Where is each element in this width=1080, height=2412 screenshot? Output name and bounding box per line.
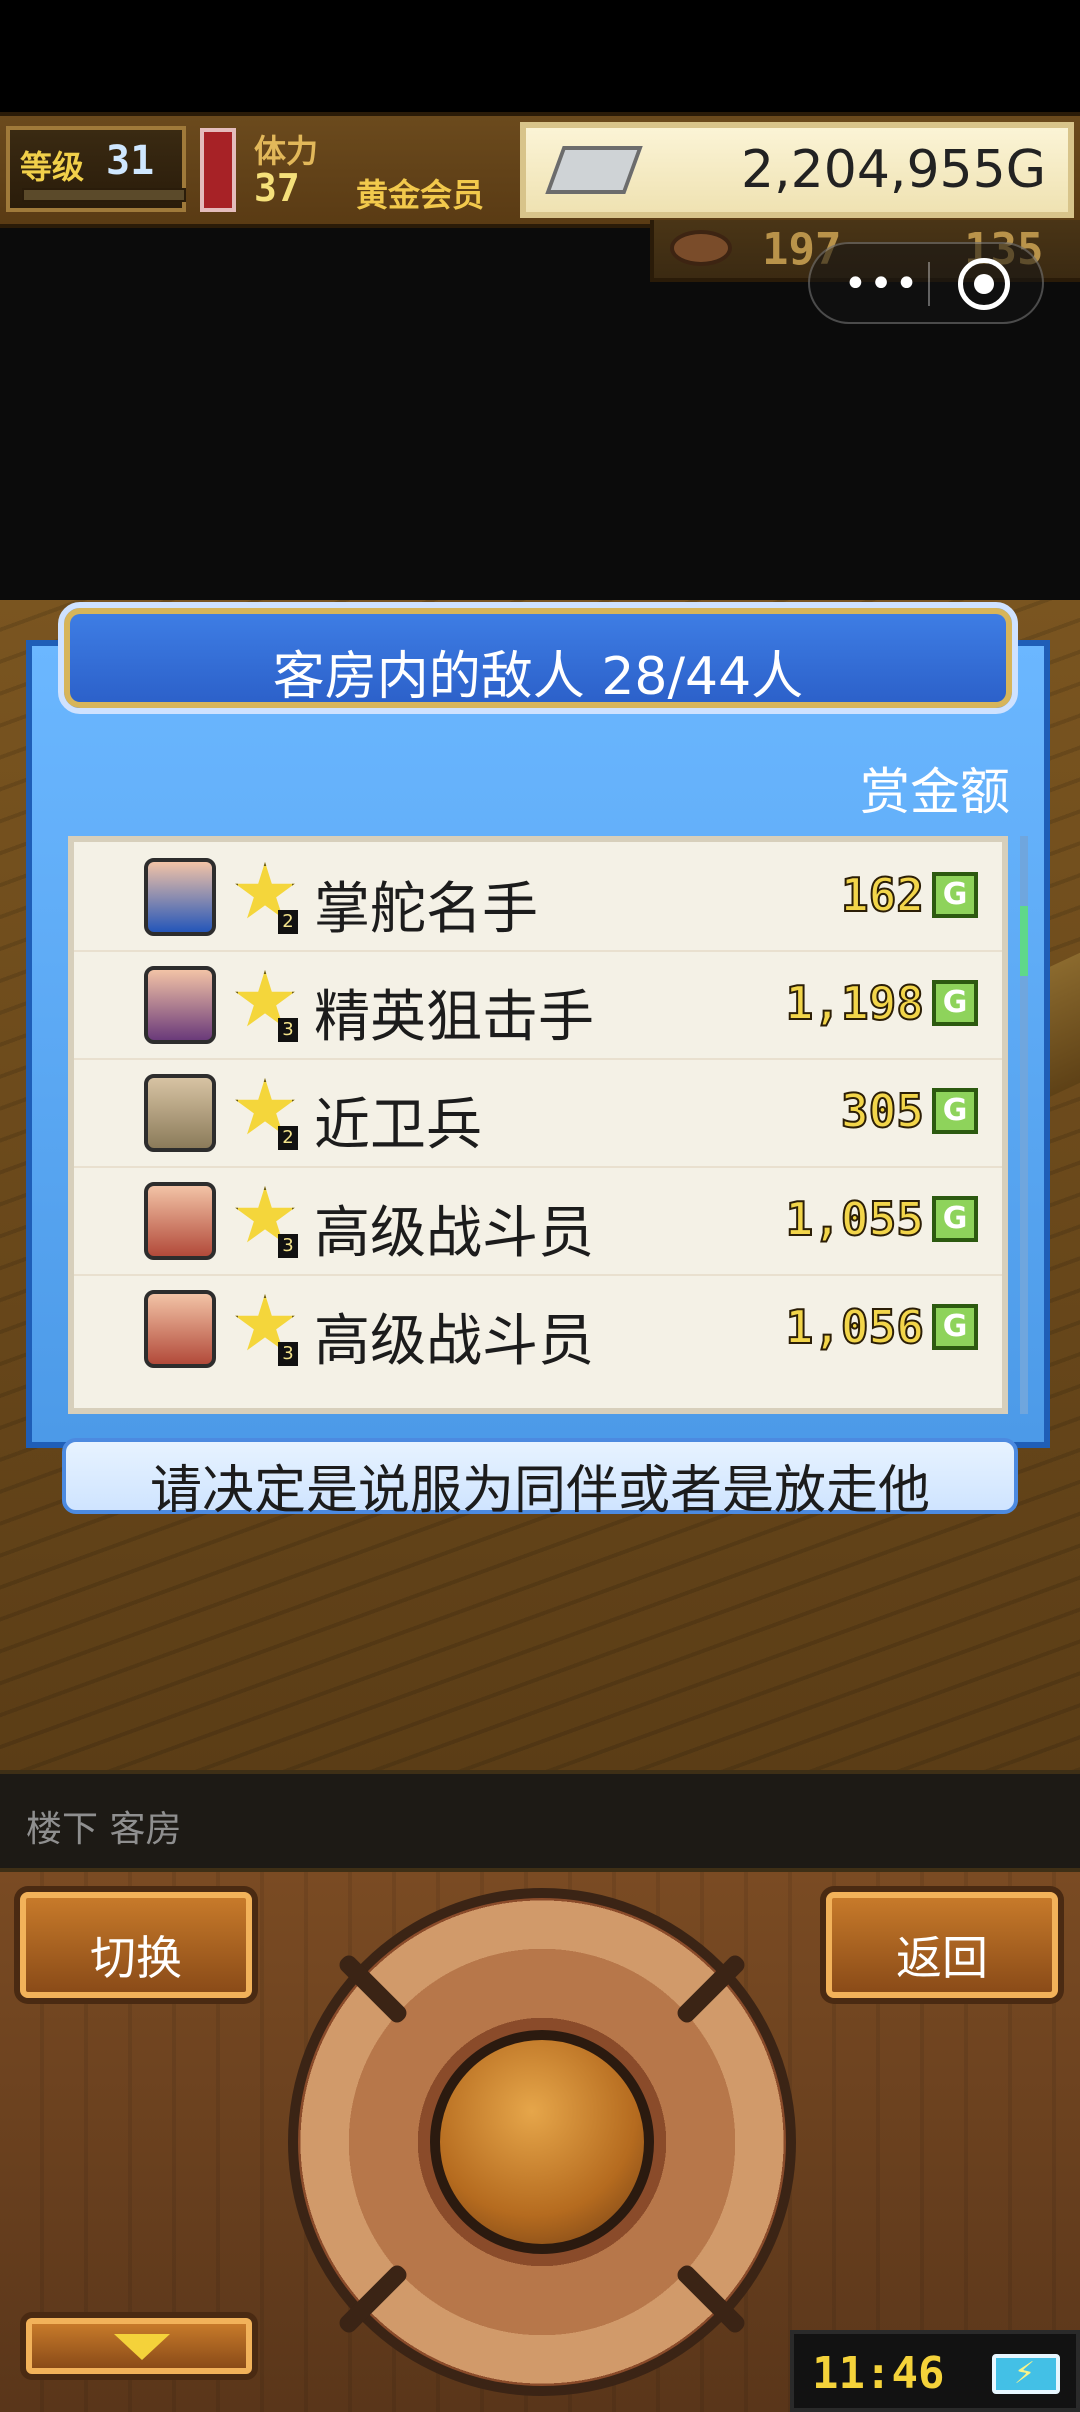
rank-badge: 3 bbox=[278, 1342, 298, 1366]
dialog-header: 客房内的敌人 28/44人 bbox=[58, 602, 1018, 714]
dpad-center-button[interactable] bbox=[430, 2030, 654, 2254]
bounty-value: 1,198 bbox=[785, 975, 925, 1031]
close-miniprogram-icon[interactable] bbox=[958, 258, 1010, 310]
hp-gauge bbox=[200, 128, 236, 212]
bounty-value: 1,055 bbox=[785, 1191, 925, 1247]
instruction-banner: 请决定是说服为同伴或者是放走他 bbox=[62, 1438, 1018, 1521]
battery-icon bbox=[992, 2354, 1060, 2394]
back-button-label: 返回 bbox=[896, 1931, 988, 1985]
enemy-list[interactable]: 2 掌舵名手 162 G 3 精英狙击手 1,198 G 2 近卫兵 305 G… bbox=[68, 836, 1008, 1414]
gold-currency-icon: G bbox=[932, 872, 978, 918]
enemy-name: 高级战斗员 bbox=[314, 1201, 594, 1266]
enemy-row[interactable]: 3 精英狙击手 1,198 G bbox=[74, 950, 1002, 1060]
switch-button-label: 切换 bbox=[90, 1931, 182, 1985]
down-arrow-icon bbox=[114, 2334, 170, 2360]
enemy-portrait-icon bbox=[144, 1290, 216, 1368]
level-progress-bar bbox=[22, 188, 186, 202]
enemy-portrait-icon bbox=[144, 1074, 216, 1152]
level-value: 31 bbox=[106, 138, 155, 184]
stamina-panel: 体力 37 黄金会员 bbox=[246, 126, 506, 214]
rank-badge: 3 bbox=[278, 1018, 298, 1042]
enemy-row[interactable]: 3 高级战斗员 1,055 G bbox=[74, 1166, 1002, 1276]
top-black-bar bbox=[0, 0, 1080, 112]
rank-badge: 2 bbox=[278, 1126, 298, 1150]
bounty-value: 162 bbox=[840, 867, 925, 923]
stamina-label: 体力 bbox=[254, 132, 319, 170]
instruction-text: 请决定是说服为同伴或者是放走他 bbox=[149, 1461, 930, 1521]
gold-currency-icon: G bbox=[932, 1196, 978, 1242]
enemy-row[interactable]: 2 掌舵名手 162 G bbox=[74, 842, 1002, 952]
enemy-portrait-icon bbox=[144, 966, 216, 1044]
enemy-portrait-icon bbox=[144, 1182, 216, 1260]
stamina-value: 37 bbox=[254, 166, 300, 210]
meat-icon bbox=[670, 230, 732, 266]
location-text: 楼下 客房 bbox=[26, 1809, 182, 1850]
down-button[interactable] bbox=[26, 2318, 252, 2374]
bounty-value: 305 bbox=[840, 1083, 925, 1139]
game-clock: 11:46 bbox=[790, 2330, 1080, 2412]
enemy-name: 精英狙击手 bbox=[314, 985, 594, 1050]
rank-badge: 3 bbox=[278, 1234, 298, 1258]
rank-badge: 2 bbox=[278, 910, 298, 934]
more-icon[interactable]: ••• bbox=[842, 264, 922, 304]
enemy-name: 高级战斗员 bbox=[314, 1309, 594, 1374]
membership-label: 黄金会员 bbox=[356, 176, 485, 214]
bounty-value: 1,056 bbox=[785, 1299, 925, 1355]
gold-currency-icon: G bbox=[932, 1304, 978, 1350]
list-scroll-thumb[interactable] bbox=[1020, 906, 1028, 976]
enemy-row[interactable]: 3 高级战斗员 1,056 G bbox=[74, 1274, 1002, 1382]
dialog-title: 客房内的敌人 28/44人 bbox=[272, 647, 804, 707]
clock-time: 11:46 bbox=[812, 2348, 945, 2399]
gold-currency-icon: G bbox=[932, 1088, 978, 1134]
enemy-name: 近卫兵 bbox=[314, 1093, 482, 1158]
enemy-portrait-icon bbox=[144, 858, 216, 936]
money-icon bbox=[545, 146, 643, 194]
top-hud: 等级 31 体力 37 黄金会员 2,204,955G bbox=[0, 112, 1080, 228]
location-bar: 楼下 客房 bbox=[0, 1770, 1080, 1872]
mini-program-capsule: ••• bbox=[808, 242, 1044, 324]
level-panel: 等级 31 bbox=[6, 126, 186, 212]
gold-amount: 2,204,955G bbox=[741, 140, 1046, 200]
back-button[interactable]: 返回 bbox=[826, 1892, 1058, 1998]
capsule-divider bbox=[928, 262, 930, 306]
bounty-column-header: 赏金额 bbox=[860, 763, 1010, 821]
gold-currency-icon: G bbox=[932, 980, 978, 1026]
gold-panel: 2,204,955G bbox=[520, 122, 1074, 218]
enemy-row[interactable]: 2 近卫兵 305 G bbox=[74, 1058, 1002, 1168]
switch-button[interactable]: 切换 bbox=[20, 1892, 252, 1998]
level-label: 等级 bbox=[20, 148, 85, 186]
enemy-name: 掌舵名手 bbox=[314, 877, 538, 942]
